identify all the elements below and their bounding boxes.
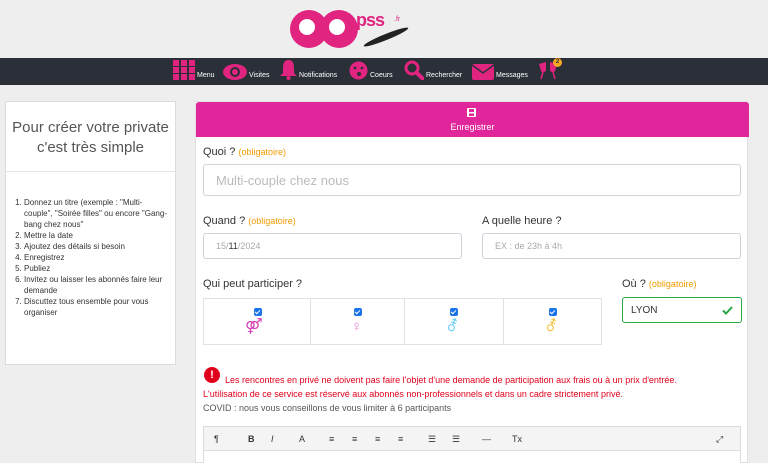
steps-list: Donnez un titre (exemple : "Multi-couple… xyxy=(6,172,175,318)
nav-menu-label: Menu xyxy=(197,72,215,79)
step-item: Mettre la date xyxy=(24,230,169,241)
bold-button[interactable]: B xyxy=(248,433,255,445)
step-item: Donnez un titre (exemple : "Multi-couple… xyxy=(24,197,169,230)
envelope-icon xyxy=(472,64,494,80)
nav-rechercher[interactable]: Rechercher xyxy=(404,58,462,85)
fullscreen-icon[interactable]: ⤢ xyxy=(716,433,723,445)
covid-note: COVID : nous vous conseillons de vous li… xyxy=(203,403,452,413)
step-item: Publiez xyxy=(24,263,169,274)
participant-trans[interactable]: ⚦ xyxy=(504,299,601,344)
ou-input[interactable]: LYON xyxy=(622,297,742,323)
italic-button[interactable]: I xyxy=(271,433,274,445)
trans-gender-icon: ⚦ xyxy=(545,318,558,335)
info-title: Pour créer votre private c'est très simp… xyxy=(6,102,175,172)
header: pss .fr xyxy=(0,0,768,58)
nav-visites[interactable]: Visites xyxy=(223,58,270,85)
nav-menu[interactable]: Menu xyxy=(173,58,215,85)
align-left-icon[interactable]: ≡ xyxy=(329,433,334,445)
nav-messages[interactable]: Messages xyxy=(472,58,528,85)
warning-private: L'utilisation de ce service est réservé … xyxy=(203,389,623,399)
date-input[interactable]: 15/11/2024 xyxy=(203,233,462,259)
femme-checkbox[interactable] xyxy=(354,308,362,316)
editor-toolbar: ¶ B I A ≡ ≡ ≡ ≡ ☰ ☰ — Tx ⤢ xyxy=(203,426,741,451)
participants-label: Qui peut participer ? xyxy=(203,278,303,290)
bullet-list-icon[interactable]: ☰ xyxy=(428,433,436,445)
alert-icon: ! xyxy=(204,367,220,383)
nav-rechercher-label: Rechercher xyxy=(426,72,463,79)
heure-placeholder: EX : de 23h à 4h xyxy=(495,241,563,251)
align-right-icon[interactable]: ≡ xyxy=(375,433,380,445)
participant-homme[interactable]: ⚦ xyxy=(405,299,504,344)
bell-icon xyxy=(280,60,297,80)
align-center-icon[interactable]: ≡ xyxy=(352,433,357,445)
warning-fees: Les rencontres en privé ne doivent pas f… xyxy=(225,375,677,385)
eye-icon xyxy=(223,64,247,80)
required-tag: (obligatoire) xyxy=(248,216,296,226)
paragraph-format-icon[interactable]: ¶ xyxy=(214,433,219,445)
step-item: Enregistrez xyxy=(24,252,169,263)
couple-checkbox[interactable] xyxy=(254,308,262,316)
clear-format-icon[interactable]: Tx xyxy=(512,433,522,445)
couple-gender-icon: ⚤ xyxy=(245,318,263,335)
heure-input[interactable]: EX : de 23h à 4h xyxy=(482,233,741,259)
homme-checkbox[interactable] xyxy=(450,308,458,316)
save-button-label: Enregistrer xyxy=(450,122,495,132)
align-justify-icon[interactable]: ≡ xyxy=(398,433,403,445)
female-gender-icon: ♀ xyxy=(351,318,363,335)
quand-label: Quand ? (obligatoire) xyxy=(203,215,296,227)
private-form: Enregistrer Quoi ? (obligatoire) Multi-c… xyxy=(195,101,749,463)
nav-notifications[interactable]: Notifications xyxy=(280,58,337,85)
nav-visites-label: Visites xyxy=(249,72,270,79)
info-panel: Pour créer votre private c'est très simp… xyxy=(5,101,176,365)
search-icon xyxy=(404,60,424,80)
ou-label: Où ? (obligatoire) xyxy=(622,278,697,290)
main-nav: Menu Visites Notifications Coeurs Recher… xyxy=(0,58,768,85)
oopss-logo[interactable]: pss .fr xyxy=(290,6,420,52)
required-tag: (obligatoire) xyxy=(648,279,697,289)
nav-cheers[interactable]: 2 xyxy=(537,58,562,85)
step-item: Ajoutez des détails si besoin xyxy=(24,241,169,252)
numbered-list-icon[interactable]: ☰ xyxy=(452,433,460,445)
nav-coeurs-label: Coeurs xyxy=(370,72,393,79)
participant-couple[interactable]: ⚤ xyxy=(204,299,311,344)
required-tag: (obligatoire) xyxy=(238,147,287,157)
participant-femme[interactable]: ♀ xyxy=(311,299,405,344)
text-color-button[interactable]: A xyxy=(299,433,305,445)
participants-table: ⚤ ♀ ⚦ ⚦ xyxy=(203,298,602,345)
notification-badge: 2 xyxy=(553,58,562,67)
nav-messages-label: Messages xyxy=(496,72,528,79)
step-item: Discuttez tous ensemble pour vous organi… xyxy=(24,296,169,318)
floppy-disk-icon xyxy=(467,108,476,117)
horizontal-rule-icon[interactable]: — xyxy=(482,433,491,445)
grid-icon xyxy=(173,60,195,80)
check-icon xyxy=(722,306,733,315)
kiss-icon xyxy=(349,61,368,80)
male-gender-icon: ⚦ xyxy=(446,318,459,335)
nav-notifications-label: Notifications xyxy=(299,72,338,79)
quoi-input[interactable]: Multi-couple chez nous xyxy=(203,164,741,196)
nav-coeurs[interactable]: Coeurs xyxy=(349,58,393,85)
ou-value: LYON xyxy=(631,304,658,316)
description-editor[interactable] xyxy=(203,451,741,463)
save-button[interactable]: Enregistrer xyxy=(196,102,749,137)
heure-label: A quelle heure ? xyxy=(482,215,562,227)
quoi-label: Quoi ? (obligatoire) xyxy=(203,146,287,158)
quoi-placeholder: Multi-couple chez nous xyxy=(216,172,349,188)
trans-checkbox[interactable] xyxy=(549,308,557,316)
step-item: Invitez ou laisser les abonnés faire leu… xyxy=(24,274,169,296)
